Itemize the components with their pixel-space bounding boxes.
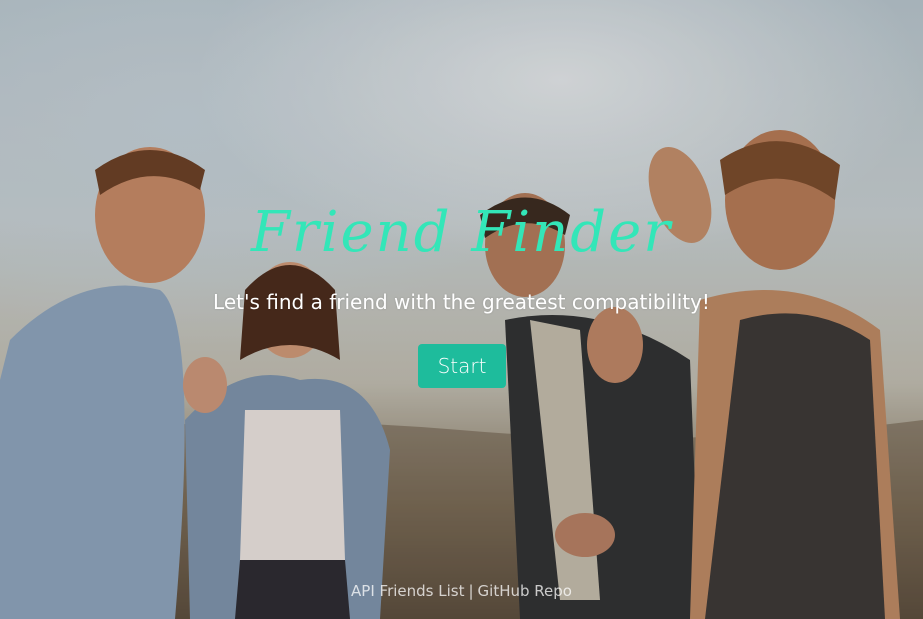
- hero-section: Friend Finder Let's find a friend with t…: [0, 0, 923, 619]
- api-friends-list-link[interactable]: API Friends List: [351, 582, 464, 600]
- tagline: Let's find a friend with the greatest co…: [213, 290, 710, 314]
- page-title: Friend Finder: [251, 200, 672, 265]
- footer-links: API Friends List | GitHub Repo: [0, 582, 923, 600]
- github-repo-link[interactable]: GitHub Repo: [478, 582, 572, 600]
- footer-separator: |: [468, 582, 474, 600]
- start-button[interactable]: Start: [418, 344, 506, 388]
